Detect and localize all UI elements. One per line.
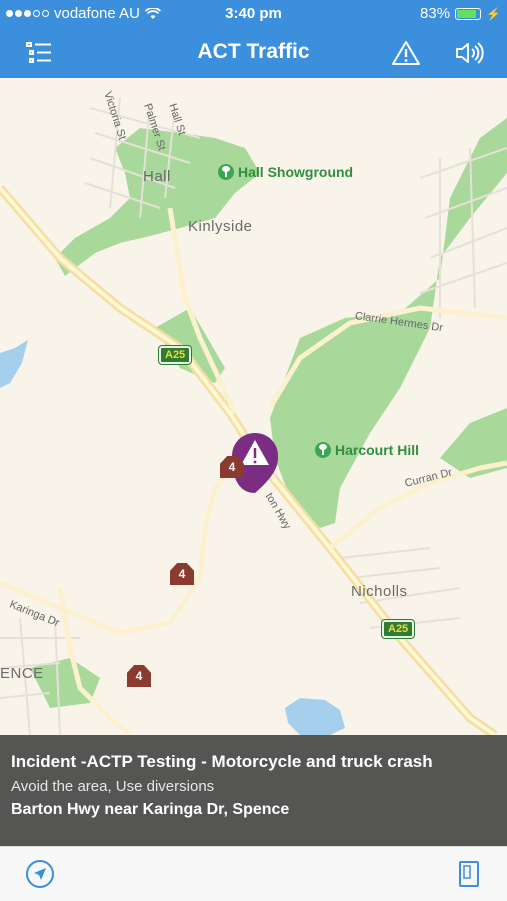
page-title: ACT Traffic (197, 40, 310, 63)
speaker-icon[interactable] (452, 36, 486, 70)
suburb-label-spence: ENCE (0, 665, 44, 682)
location-arrow-icon[interactable] (23, 857, 57, 891)
map-view[interactable]: Hall Kinlyside Nicholls ENCE Hall Showgr… (0, 78, 507, 735)
route-shield: A25 (159, 346, 192, 364)
park-icon (218, 164, 234, 180)
park-label-harcourt-hill: Harcourt Hill (315, 442, 419, 458)
suburb-label-hall: Hall (143, 168, 171, 185)
status-bar: vodafone AU 3:40 pm 83% ⚡ (0, 0, 507, 28)
battery-group: 83% ⚡ (420, 5, 501, 22)
incident-location: Barton Hwy near Karinga Dr, Spence (11, 801, 290, 818)
route-shield: A25 (382, 620, 415, 638)
battery-icon (455, 7, 482, 20)
incident-advice: Avoid the area, Use diversions (11, 778, 215, 795)
incident-panel[interactable]: Incident -ACTP Testing - Motorcycle and … (0, 735, 507, 846)
park-icon (315, 442, 331, 458)
park-label-hall-showground: Hall Showground (218, 164, 353, 180)
nav-bar: ACT Traffic (0, 28, 507, 78)
suburb-label-nicholls: Nicholls (351, 583, 408, 600)
warning-icon[interactable] (389, 36, 423, 70)
document-icon[interactable] (452, 857, 486, 891)
bottom-toolbar (0, 846, 507, 901)
battery-percent: 83% (420, 5, 451, 22)
charging-icon: ⚡ (486, 6, 501, 21)
suburb-label-kinlyside: Kinlyside (188, 218, 253, 235)
incident-title: Incident -ACTP Testing - Motorcycle and … (11, 752, 433, 771)
